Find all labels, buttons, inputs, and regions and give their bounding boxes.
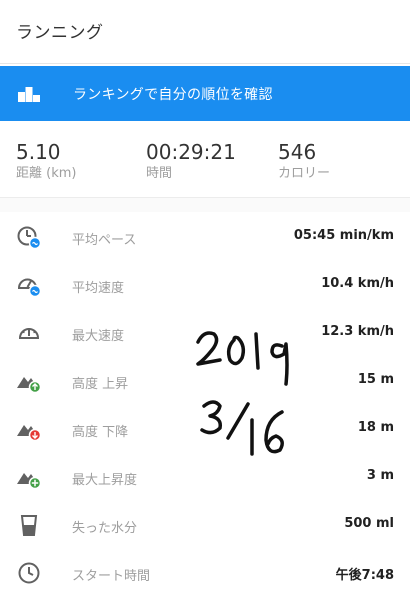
stat-row-start-time: スタート時間 午後7:48 [0, 550, 410, 598]
stat-label: 平均ペース [72, 233, 137, 248]
stat-value: 3 m [366, 468, 394, 483]
water-glass-icon [20, 515, 38, 536]
stat-label: スタート時間 [72, 569, 151, 584]
stat-label: 高度 下降 [72, 425, 129, 440]
duration-label: 時間 [146, 166, 173, 181]
page-title: ランニング [16, 23, 104, 43]
calories-label: カロリー [278, 166, 331, 181]
stat-value: 15 m [357, 372, 394, 387]
average-pace-icon [17, 226, 42, 250]
distance-label: 距離 (km) [16, 166, 77, 181]
distance-metric: 5.10 距離 (km) [16, 140, 76, 183]
ranking-banner-label: ランキングで自分の順位を確認 [73, 87, 273, 103]
stat-label: 最大上昇度 [72, 473, 138, 488]
average-speed-icon [17, 278, 42, 298]
duration-metric: 00:29:21 時間 [146, 140, 236, 183]
max-speed-icon [18, 328, 40, 339]
max-elevation-icon [17, 473, 42, 490]
calories-metric: 546 カロリー [278, 140, 330, 183]
summary-metrics: 5.10 距離 (km) 00:29:21 時間 546 カロリー [0, 122, 410, 198]
stat-row-average-speed: 平均速度 10.4 km/h [0, 262, 410, 310]
app-header: ランニング [0, 0, 410, 64]
stat-value: 18 m [357, 420, 394, 435]
calories-value: 546 [278, 140, 317, 164]
elevation-gain-icon [17, 377, 42, 394]
ranking-banner[interactable]: ランキングで自分の順位を確認 [0, 66, 410, 121]
section-divider [0, 198, 410, 212]
elevation-loss-icon [17, 425, 42, 442]
handwritten-date-annotation [196, 331, 289, 456]
stat-label: 最大速度 [72, 329, 125, 344]
stat-value: 午後7:48 [335, 568, 394, 583]
duration-value: 00:29:21 [146, 140, 236, 164]
stat-row-water-lost: 失った水分 500 ml [0, 502, 410, 550]
clock-icon [18, 562, 40, 584]
stat-label: 失った水分 [72, 521, 138, 536]
stat-row-average-pace: 平均ペース 05:45 min/km [0, 214, 410, 262]
podium-icon [18, 87, 40, 102]
stat-value: 05:45 min/km [293, 228, 394, 243]
stat-value: 10.4 km/h [321, 276, 394, 291]
stat-value: 12.3 km/h [321, 324, 394, 339]
stat-label: 平均速度 [72, 281, 125, 296]
stat-value: 500 ml [344, 516, 394, 531]
distance-value: 5.10 [16, 140, 61, 164]
stat-label: 高度 上昇 [72, 377, 129, 392]
